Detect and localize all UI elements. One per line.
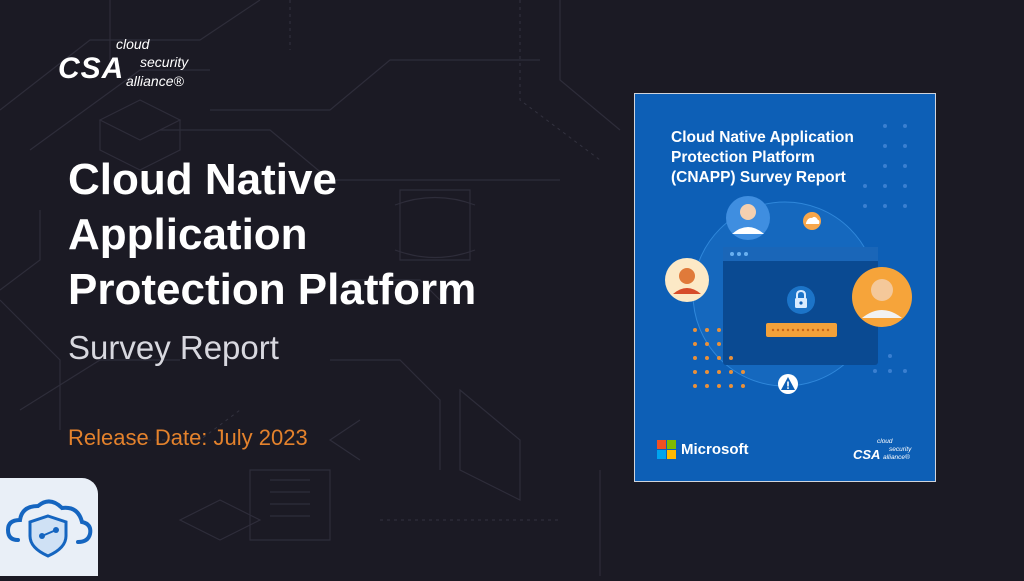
cloud-shield-icon: [5, 499, 93, 558]
title-line: Application: [68, 210, 308, 259]
title-line: Cloud Native: [68, 155, 337, 204]
title-line: Protection Platform: [68, 265, 477, 314]
report-csa-logo: CSA cloud security alliance®: [853, 438, 933, 468]
report-title: Cloud Native Application Protection Plat…: [671, 128, 911, 188]
sponsor-name: Microsoft: [681, 441, 749, 458]
release-date: Release Date: July 2023: [68, 425, 308, 450]
csa-logo: CSA cloud security alliance®: [58, 36, 218, 96]
warning-icon: [781, 377, 795, 390]
page-title: Cloud Native Application Protection Plat…: [68, 152, 588, 317]
cloud-badge: [0, 478, 98, 576]
report-cover: Cloud Native Application Protection Plat…: [634, 93, 936, 482]
page-subtitle: Survey Report: [68, 329, 279, 366]
report-csa-word-cloud: cloud: [877, 438, 893, 445]
report-title-line: Protection Platform: [671, 149, 815, 166]
lock-icon: [795, 289, 807, 308]
csa-logo-word-cloud: cloud: [116, 36, 150, 52]
report-csa-word-security: security: [889, 446, 912, 453]
report-title-line: (CNAPP) Survey Report: [671, 169, 846, 186]
report-csa-word-alliance: alliance®: [883, 454, 910, 461]
csa-logo-mark: CSA: [58, 52, 125, 85]
microsoft-brand: Microsoft: [657, 440, 749, 459]
csa-logo-word-security: security: [140, 54, 189, 70]
csa-logo-word-alliance: alliance®: [126, 73, 184, 89]
microsoft-logo-icon: [657, 440, 676, 459]
report-title-line: Cloud Native Application: [671, 129, 854, 146]
report-csa-mark: CSA: [853, 447, 881, 462]
